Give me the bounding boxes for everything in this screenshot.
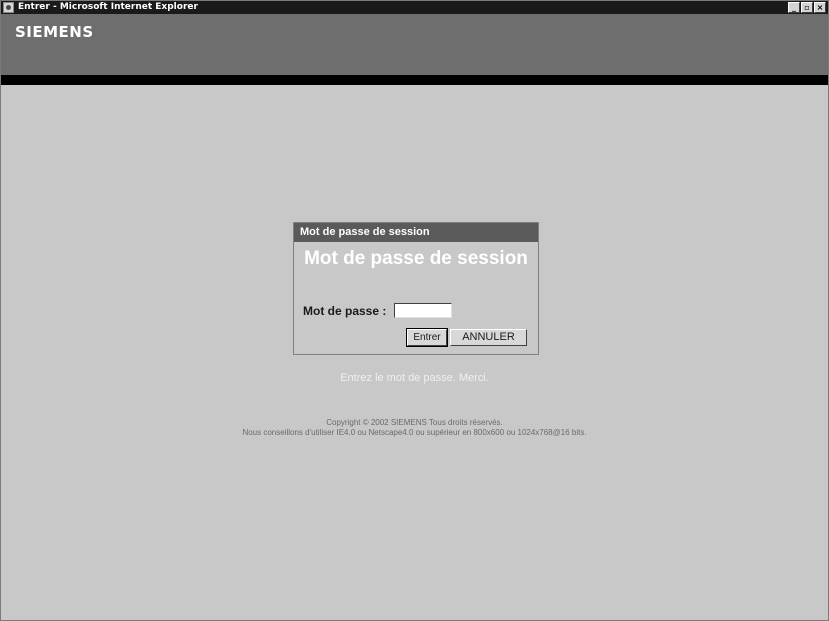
- enter-button[interactable]: Entrer: [406, 328, 448, 347]
- copyright-line: Copyright © 2002 SIEMENS Tous droits rés…: [326, 418, 503, 427]
- maximize-icon[interactable]: ▫: [801, 2, 813, 13]
- dialog-title: Mot de passe de session: [304, 248, 528, 269]
- browser-window: Entrer - Microsoft Internet Explorer _ ▫…: [0, 0, 829, 621]
- password-row: Mot de passe :: [303, 303, 453, 318]
- page-content: Mot de passe de session Mot de passe de …: [1, 85, 828, 620]
- ie-app-icon[interactable]: [3, 2, 14, 13]
- footer-text: Copyright © 2002 SIEMENS Tous droits rés…: [1, 418, 828, 438]
- cancel-button[interactable]: ANNULER: [450, 329, 527, 346]
- dialog-buttons: Entrer ANNULER: [406, 328, 527, 347]
- minimize-icon[interactable]: _: [788, 2, 800, 13]
- header-divider: [1, 75, 828, 85]
- close-icon[interactable]: ×: [814, 2, 826, 13]
- window-controls: _ ▫ ×: [787, 2, 826, 13]
- password-input[interactable]: [394, 303, 453, 318]
- dialog-header: Mot de passe de session: [294, 223, 538, 242]
- password-hint: Entrez le mot de passe. Merci.: [340, 372, 489, 384]
- window-title: Entrer - Microsoft Internet Explorer: [18, 2, 198, 12]
- page-header: SIEMENS: [1, 14, 828, 75]
- title-bar[interactable]: Entrer - Microsoft Internet Explorer _ ▫…: [1, 1, 828, 14]
- login-dialog: Mot de passe de session Mot de passe de …: [293, 222, 539, 355]
- browser-recommendation: Nous conseillons d'utiliser IE4.0 ou Net…: [242, 428, 587, 437]
- siemens-logo: SIEMENS: [15, 23, 94, 41]
- password-label: Mot de passe :: [303, 303, 387, 318]
